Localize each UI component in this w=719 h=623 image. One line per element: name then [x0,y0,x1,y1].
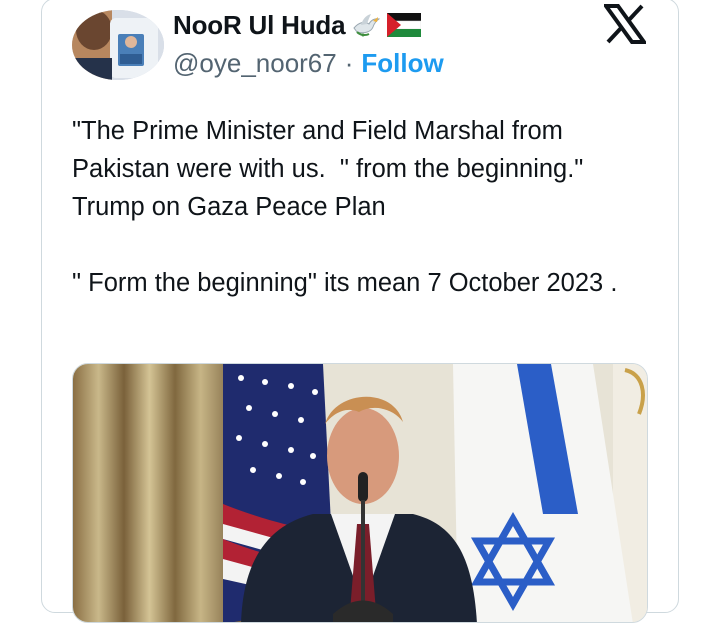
author-name-row: NooR Ul Huda [173,8,422,42]
separator-dot: · [344,48,354,78]
dove-icon [353,14,381,37]
x-logo-icon[interactable] [604,4,646,44]
palestine-flag-icon [387,13,422,37]
avatar[interactable] [72,10,164,80]
author-handle[interactable]: @oye_noor67 [173,48,337,79]
press-conference-image [73,364,647,622]
follow-button[interactable]: Follow [361,48,443,79]
tweet-text: "The Prime Minister and Field Marshal fr… [72,117,618,297]
avatar-image [72,10,164,80]
author-display-name[interactable]: NooR Ul Huda [173,10,346,41]
tweet-media[interactable] [72,363,648,623]
author-handle-row: @oye_noor67 · Follow [173,48,444,79]
